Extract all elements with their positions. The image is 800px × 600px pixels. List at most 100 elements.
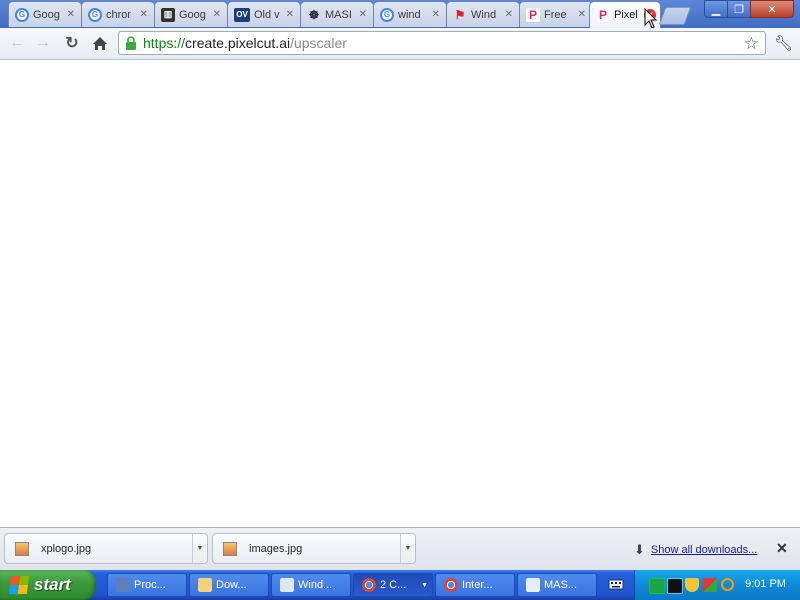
- tab-title: wind: [398, 8, 421, 21]
- google-icon: G: [88, 7, 102, 22]
- clock[interactable]: 9:01 PM: [745, 578, 786, 590]
- security-shield-icon[interactable]: [685, 578, 699, 592]
- image-file-icon: [223, 541, 237, 556]
- taskbar-group-button[interactable]: 2 C... ▼: [353, 573, 433, 597]
- download-menu-arrow-icon[interactable]: ▼: [192, 534, 207, 563]
- tab-title: Pixel: [614, 9, 638, 21]
- taskbar-button-label: Proc...: [134, 579, 166, 591]
- back-arrow-icon: ←: [9, 34, 25, 51]
- chrome-icon: [362, 578, 376, 592]
- taskbar-button[interactable]: Proc...: [107, 573, 187, 597]
- tab-title: Wind: [471, 8, 497, 21]
- start-label: start: [34, 575, 71, 594]
- taskbar-button[interactable]: Dow...: [189, 573, 269, 597]
- restore-button[interactable]: ❐: [727, 0, 751, 18]
- system-tray: 9:01 PM: [634, 570, 800, 600]
- download-arrow-icon: ⬇: [634, 542, 645, 557]
- back-button[interactable]: ←: [6, 32, 28, 54]
- reload-button[interactable]: ↻: [61, 32, 83, 54]
- mouse-cursor-icon: [644, 8, 658, 29]
- bookmark-star-icon[interactable]: ☆: [744, 34, 759, 54]
- reload-icon: ↻: [65, 35, 79, 52]
- taskbar-button-label: 2 C...: [380, 579, 407, 591]
- image-file-icon: [15, 541, 29, 556]
- wrench-menu-icon[interactable]: 🔧︎: [774, 34, 793, 52]
- tab-title: Goog: [179, 8, 206, 21]
- taskbar-button[interactable]: MAS...: [517, 573, 597, 597]
- chrome-icon: [444, 578, 458, 592]
- tab-title: Free: [544, 8, 567, 21]
- new-tab-button[interactable]: [658, 7, 692, 25]
- home-button[interactable]: [89, 32, 111, 54]
- tab-title: MASI: [325, 8, 352, 21]
- folder-icon: [198, 578, 212, 592]
- close-shelf-icon[interactable]: ✕: [776, 540, 788, 557]
- taskbar: start Proc... Dow... Wind... 2 C... ▼ In…: [0, 570, 800, 600]
- browser-tab[interactable]: ⚑ Wind ✕: [446, 1, 520, 27]
- forward-button[interactable]: →: [32, 32, 54, 54]
- taskbar-button[interactable]: Wind...: [271, 573, 351, 597]
- close-window-button[interactable]: ✕: [750, 0, 794, 18]
- pixelcut-icon: P: [596, 8, 610, 22]
- keyboard-layout-icon[interactable]: [608, 577, 624, 591]
- start-button[interactable]: start: [0, 570, 96, 600]
- url-path: /upscaler: [290, 35, 347, 51]
- url-host: create.pixelcut.ai: [185, 35, 291, 51]
- minimize-button[interactable]: ▁: [704, 0, 728, 18]
- archive-icon: ▥: [161, 7, 175, 22]
- browser-tab[interactable]: ☸ MASI ✕: [300, 1, 374, 27]
- tab-close-icon[interactable]: ✕: [67, 9, 75, 20]
- address-bar[interactable]: https://create.pixelcut.ai/upscaler ☆: [118, 31, 766, 55]
- tab-close-icon[interactable]: ✕: [140, 9, 148, 20]
- download-item[interactable]: images.jpg ▼: [212, 533, 416, 564]
- windows-flag-icon: ⚑: [454, 7, 466, 22]
- update-icon[interactable]: [703, 578, 717, 592]
- ov-icon: OV: [234, 7, 250, 22]
- tab-close-icon[interactable]: ✕: [286, 9, 294, 20]
- page-content: [0, 60, 800, 527]
- download-shelf: xplogo.jpg ▼ images.jpg ▼ ⬇ Show all dow…: [0, 527, 800, 570]
- window-icon: [280, 578, 294, 592]
- tab-close-icon[interactable]: ✕: [359, 9, 367, 20]
- terminal-icon[interactable]: [667, 578, 683, 594]
- magnifier-icon[interactable]: [721, 578, 734, 591]
- tab-title: chror: [106, 8, 132, 21]
- url-text: https://create.pixelcut.ai/upscaler: [143, 35, 347, 51]
- google-icon: G: [15, 7, 29, 22]
- browser-tab[interactable]: G chror ✕: [81, 1, 155, 27]
- tab-title: Old v: [254, 8, 280, 21]
- group-arrow-icon: ▼: [421, 581, 428, 589]
- google-icon: G: [380, 7, 394, 22]
- network-icon[interactable]: [649, 578, 665, 594]
- forward-arrow-icon: →: [35, 34, 51, 51]
- mas-icon: [526, 578, 540, 592]
- taskbar-button[interactable]: Inter...: [435, 573, 515, 597]
- download-filename: xplogo.jpg: [41, 542, 92, 555]
- show-all-downloads: ⬇ Show all downloads...: [634, 542, 757, 558]
- tab-close-icon[interactable]: ✕: [578, 9, 586, 20]
- download-menu-arrow-icon[interactable]: ▼: [400, 534, 415, 563]
- taskbar-button-label: Inter...: [462, 579, 493, 591]
- url-scheme: https://: [143, 35, 186, 51]
- tab-strip: G Goog ✕ G chror ✕ ▥ Goog ✕ OV Old v ✕ ☸…: [0, 0, 800, 29]
- tab-title: Goog: [33, 8, 60, 21]
- home-icon: [93, 36, 107, 50]
- browser-toolbar: ← → ↻ https://create.pixelcut.ai/upscale…: [0, 28, 800, 60]
- download-item[interactable]: xplogo.jpg ▼: [4, 533, 208, 564]
- monitor-icon: [116, 578, 130, 592]
- browser-tab[interactable]: OV Old v ✕: [227, 1, 301, 27]
- browser-tab[interactable]: P Free ✕: [519, 1, 593, 27]
- taskbar-button-label: MAS...: [544, 579, 578, 591]
- pixelcut-icon: P: [526, 7, 540, 22]
- taskbar-button-label: Dow...: [216, 579, 247, 591]
- lock-icon: [126, 36, 136, 50]
- mas-icon: ☸: [308, 7, 320, 22]
- browser-tab[interactable]: G Goog ✕: [8, 1, 82, 27]
- show-all-downloads-link[interactable]: Show all downloads...: [651, 544, 757, 556]
- browser-tab[interactable]: G wind ✕: [373, 1, 447, 27]
- windows-logo-icon: [8, 576, 30, 594]
- tab-close-icon[interactable]: ✕: [505, 9, 513, 20]
- browser-tab[interactable]: ▥ Goog ✕: [154, 1, 228, 27]
- tab-close-icon[interactable]: ✕: [432, 9, 440, 20]
- tab-close-icon[interactable]: ✕: [213, 9, 221, 20]
